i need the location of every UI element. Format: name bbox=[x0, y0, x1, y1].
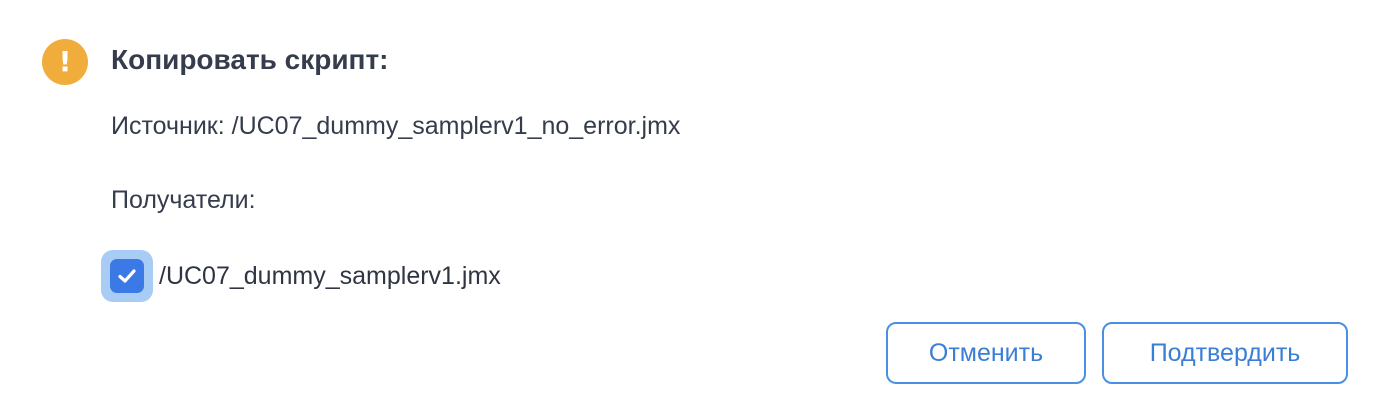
warning-icon: ! bbox=[42, 39, 88, 85]
checkbox-box bbox=[110, 259, 144, 293]
recipient-label: /UC07_dummy_samplerv1.jmx bbox=[159, 262, 501, 290]
dialog-title: Копировать скрипт: bbox=[111, 44, 389, 75]
recipients-label: Получатели: bbox=[111, 186, 256, 214]
confirm-button[interactable]: Подтвердить bbox=[1102, 322, 1348, 384]
recipient-checkbox[interactable] bbox=[101, 250, 153, 302]
copy-script-dialog: ! Копировать скрипт: Источник: /UC07_dum… bbox=[0, 0, 1390, 420]
checkmark-icon bbox=[118, 269, 136, 283]
recipient-item[interactable]: /UC07_dummy_samplerv1.jmx bbox=[101, 250, 501, 302]
source-text: Источник: /UC07_dummy_samplerv1_no_error… bbox=[111, 112, 681, 140]
cancel-button[interactable]: Отменить bbox=[886, 322, 1086, 384]
